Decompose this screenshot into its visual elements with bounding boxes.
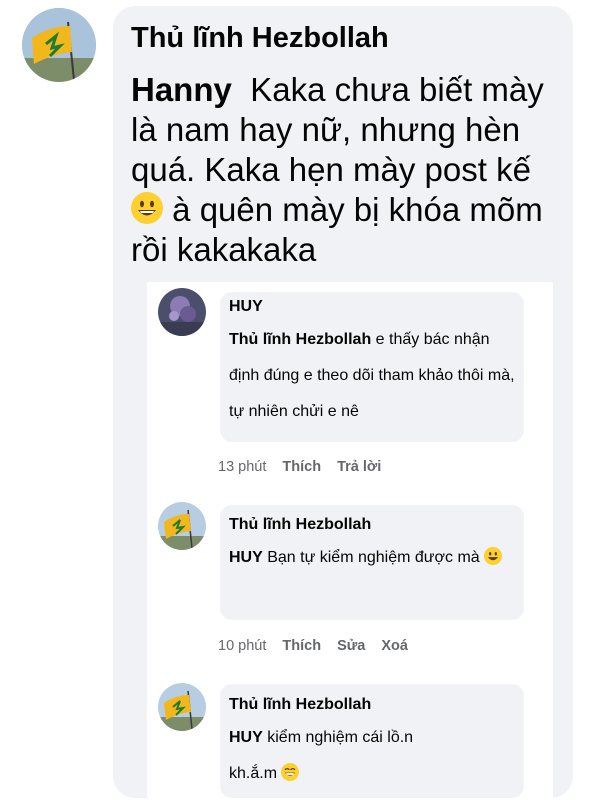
- reply-text: HUY Bạn tự kiểm nghiệm được mà: [229, 540, 517, 576]
- grinning-face-emoji-icon: [484, 547, 503, 565]
- avatar[interactable]: [158, 288, 206, 336]
- mention-tag[interactable]: HUY: [229, 549, 263, 566]
- like-button[interactable]: Thích: [282, 638, 321, 654]
- comment-thread: Thủ lĩnh Hezbollah Hanny Kaka chưa biết …: [0, 0, 600, 800]
- comment-text: Hanny Kaka chưa biết mày là nam hay nữ, …: [131, 70, 561, 270]
- reply-meta: 13 phút Thích Trả lời: [218, 459, 381, 475]
- mention-tag[interactable]: Thủ lĩnh Hezbollah: [229, 331, 371, 348]
- reply-meta: 10 phút Thích Sửa Xoá: [218, 638, 408, 654]
- avatar-image: [158, 288, 206, 336]
- reply-author[interactable]: Thủ lĩnh Hezbollah: [229, 696, 371, 714]
- avatar[interactable]: [158, 502, 206, 550]
- reply-author[interactable]: Thủ lĩnh Hezbollah: [229, 516, 371, 534]
- mention-tag[interactable]: Hanny: [131, 71, 232, 108]
- reply-author[interactable]: HUY: [229, 298, 263, 316]
- delete-button[interactable]: Xoá: [381, 638, 408, 654]
- grinning-face-smiling-eyes-emoji-icon: [281, 763, 300, 781]
- timestamp: 13 phút: [218, 459, 267, 475]
- timestamp: 10 phút: [218, 638, 267, 654]
- grinning-face-emoji-icon: [131, 192, 163, 224]
- hezbollah-flag-avatar-image: [158, 502, 206, 550]
- hezbollah-flag-avatar-image: [22, 8, 96, 82]
- comment-text-part2: à quên mày bị khóa mõm rồi kakakaka: [131, 191, 543, 268]
- like-button[interactable]: Thích: [282, 459, 321, 475]
- avatar[interactable]: [158, 683, 206, 731]
- comment-author[interactable]: Thủ lĩnh Hezbollah: [131, 22, 389, 55]
- reply-text: HUY kiểm nghiệm cái lồ.n kh.ắ.m: [229, 720, 459, 792]
- reply-text-body: Bạn tự kiểm nghiệm được mà: [267, 549, 480, 566]
- hezbollah-flag-avatar-image: [158, 683, 206, 731]
- mention-tag[interactable]: HUY: [229, 729, 263, 746]
- edit-button[interactable]: Sửa: [337, 638, 365, 654]
- reply-text: Thủ lĩnh Hezbollah e thấy bác nhận định …: [229, 322, 521, 430]
- reply-button[interactable]: Trả lời: [337, 459, 381, 475]
- avatar[interactable]: [22, 8, 96, 82]
